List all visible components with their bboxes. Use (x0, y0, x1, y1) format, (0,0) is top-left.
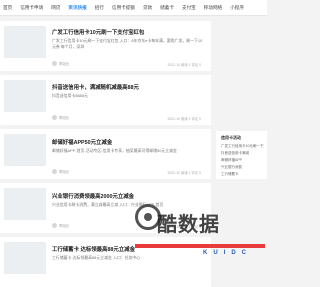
nav-item-miniapp[interactable]: 小程序 (230, 5, 244, 11)
article-meta: 李站长 (52, 61, 69, 66)
article-card[interactable]: 广发工行信用卡10元刷一下支付宝红包 广发工行信用卡10元刷一下支付宝红包 入口… (0, 21, 211, 71)
article-stats: 2022-10 阅读 1 评论 0 (167, 63, 201, 67)
sidebar-title: 信用卡活动 (221, 135, 241, 140)
article-thumbnail[interactable] (4, 242, 46, 274)
article-title[interactable]: 邮储好福APP50元立减金 (52, 138, 112, 146)
article-excerpt: 广发工行信用卡10元刷一下支付宝红包 入口：8年京东e卡每年满，要购广发，刷一下… (52, 38, 203, 49)
top-nav: 首页 信用卡申请 网贷 资讯快报 招行 信用卡提额 贷款 储蓄卡 支付宝 移动网… (0, 0, 267, 16)
article-meta: 李站长 (52, 223, 69, 228)
nav-item-mobile[interactable]: 移动网络 (204, 5, 222, 11)
article-stats: 2022-10 阅读 1 评论 0 (167, 117, 201, 121)
sidebar-item[interactable]: 工行储蓄卡 (221, 172, 264, 177)
article-excerpt: 邮储好福APP-首页-活动专区-信用卡专享，抽奖最高可得邮储50元立减金 (52, 148, 177, 153)
nav-item-alipay[interactable]: 支付宝 (182, 5, 196, 11)
article-title[interactable]: 兴业银行消费领最高2000元立减金 (52, 192, 134, 200)
avatar (52, 115, 57, 120)
article-excerpt: 抖音送信用卡8888元 (52, 93, 88, 98)
article-author: 李站长 (59, 170, 70, 174)
article-stats: 2022-10 阅读 1 评论 0 (167, 171, 201, 175)
watermark-text: 酷数据 (157, 214, 220, 236)
article-thumbnail[interactable] (4, 134, 46, 166)
article-card[interactable]: 邮储好福APP50元立减金 邮储好福APP-首页-活动专区-信用卡专享，抽奖最高… (0, 129, 211, 179)
sidebar-item[interactable]: 邮储好福APP (221, 158, 264, 163)
article-meta: 李站长 (52, 115, 69, 120)
article-title[interactable]: 抖音送信用卡，满减随机减最高88元 (52, 83, 139, 91)
avatar (52, 223, 57, 228)
watermark-bar (135, 244, 265, 248)
article-thumbnail[interactable] (4, 80, 46, 112)
article-card[interactable]: 抖音送信用卡，满减随机减最高88元 抖音送信用卡8888元 李站长 2022-1… (0, 75, 211, 125)
article-thumbnail[interactable] (4, 188, 46, 220)
sidebar-item[interactable]: 广发工行信用卡10元刷一下支付宝 (221, 144, 264, 149)
watermark-subtext: KUIDC (203, 250, 252, 256)
article-author: 李站长 (59, 62, 70, 66)
nav-item-credit-limit[interactable]: 信用卡提额 (112, 5, 135, 11)
article-title[interactable]: 广发工行信用卡10元刷一下支付宝红包 (52, 28, 144, 36)
article-author: 李站长 (59, 224, 70, 228)
article-meta: 李站长 (52, 169, 69, 174)
article-title[interactable]: 工行储蓄卡 达标领最高88元立减金 (52, 245, 135, 253)
nav-item-loans[interactable]: 贷款 (143, 5, 152, 11)
sidebar-panel: 信用卡活动 广发工行信用卡10元刷一下支付宝 抖音送信用卡满减 邮储好福APP … (216, 131, 267, 179)
watermark: 酷数据 KUIDC (135, 200, 265, 260)
article-thumbnail[interactable] (4, 26, 46, 58)
avatar (52, 61, 57, 66)
article-author: 李站长 (59, 116, 70, 120)
nav-item-cmb[interactable]: 招行 (95, 5, 104, 11)
nav-item-loan[interactable]: 网贷 (51, 5, 60, 11)
sidebar-item[interactable]: 抖音送信用卡满减 (221, 151, 264, 156)
nav-item-debit-card[interactable]: 储蓄卡 (160, 5, 174, 11)
nav-item-home[interactable]: 首页 (3, 5, 12, 11)
avatar (52, 169, 57, 174)
nav-item-news[interactable]: 资讯快报 (68, 5, 86, 11)
sidebar: 信用卡活动 广发工行信用卡10元刷一下支付宝 抖音送信用卡满减 邮储好福APP … (216, 21, 267, 221)
sidebar-item[interactable]: 兴业银行消费 (221, 165, 264, 170)
nav-item-credit-card[interactable]: 信用卡申请 (20, 5, 43, 11)
